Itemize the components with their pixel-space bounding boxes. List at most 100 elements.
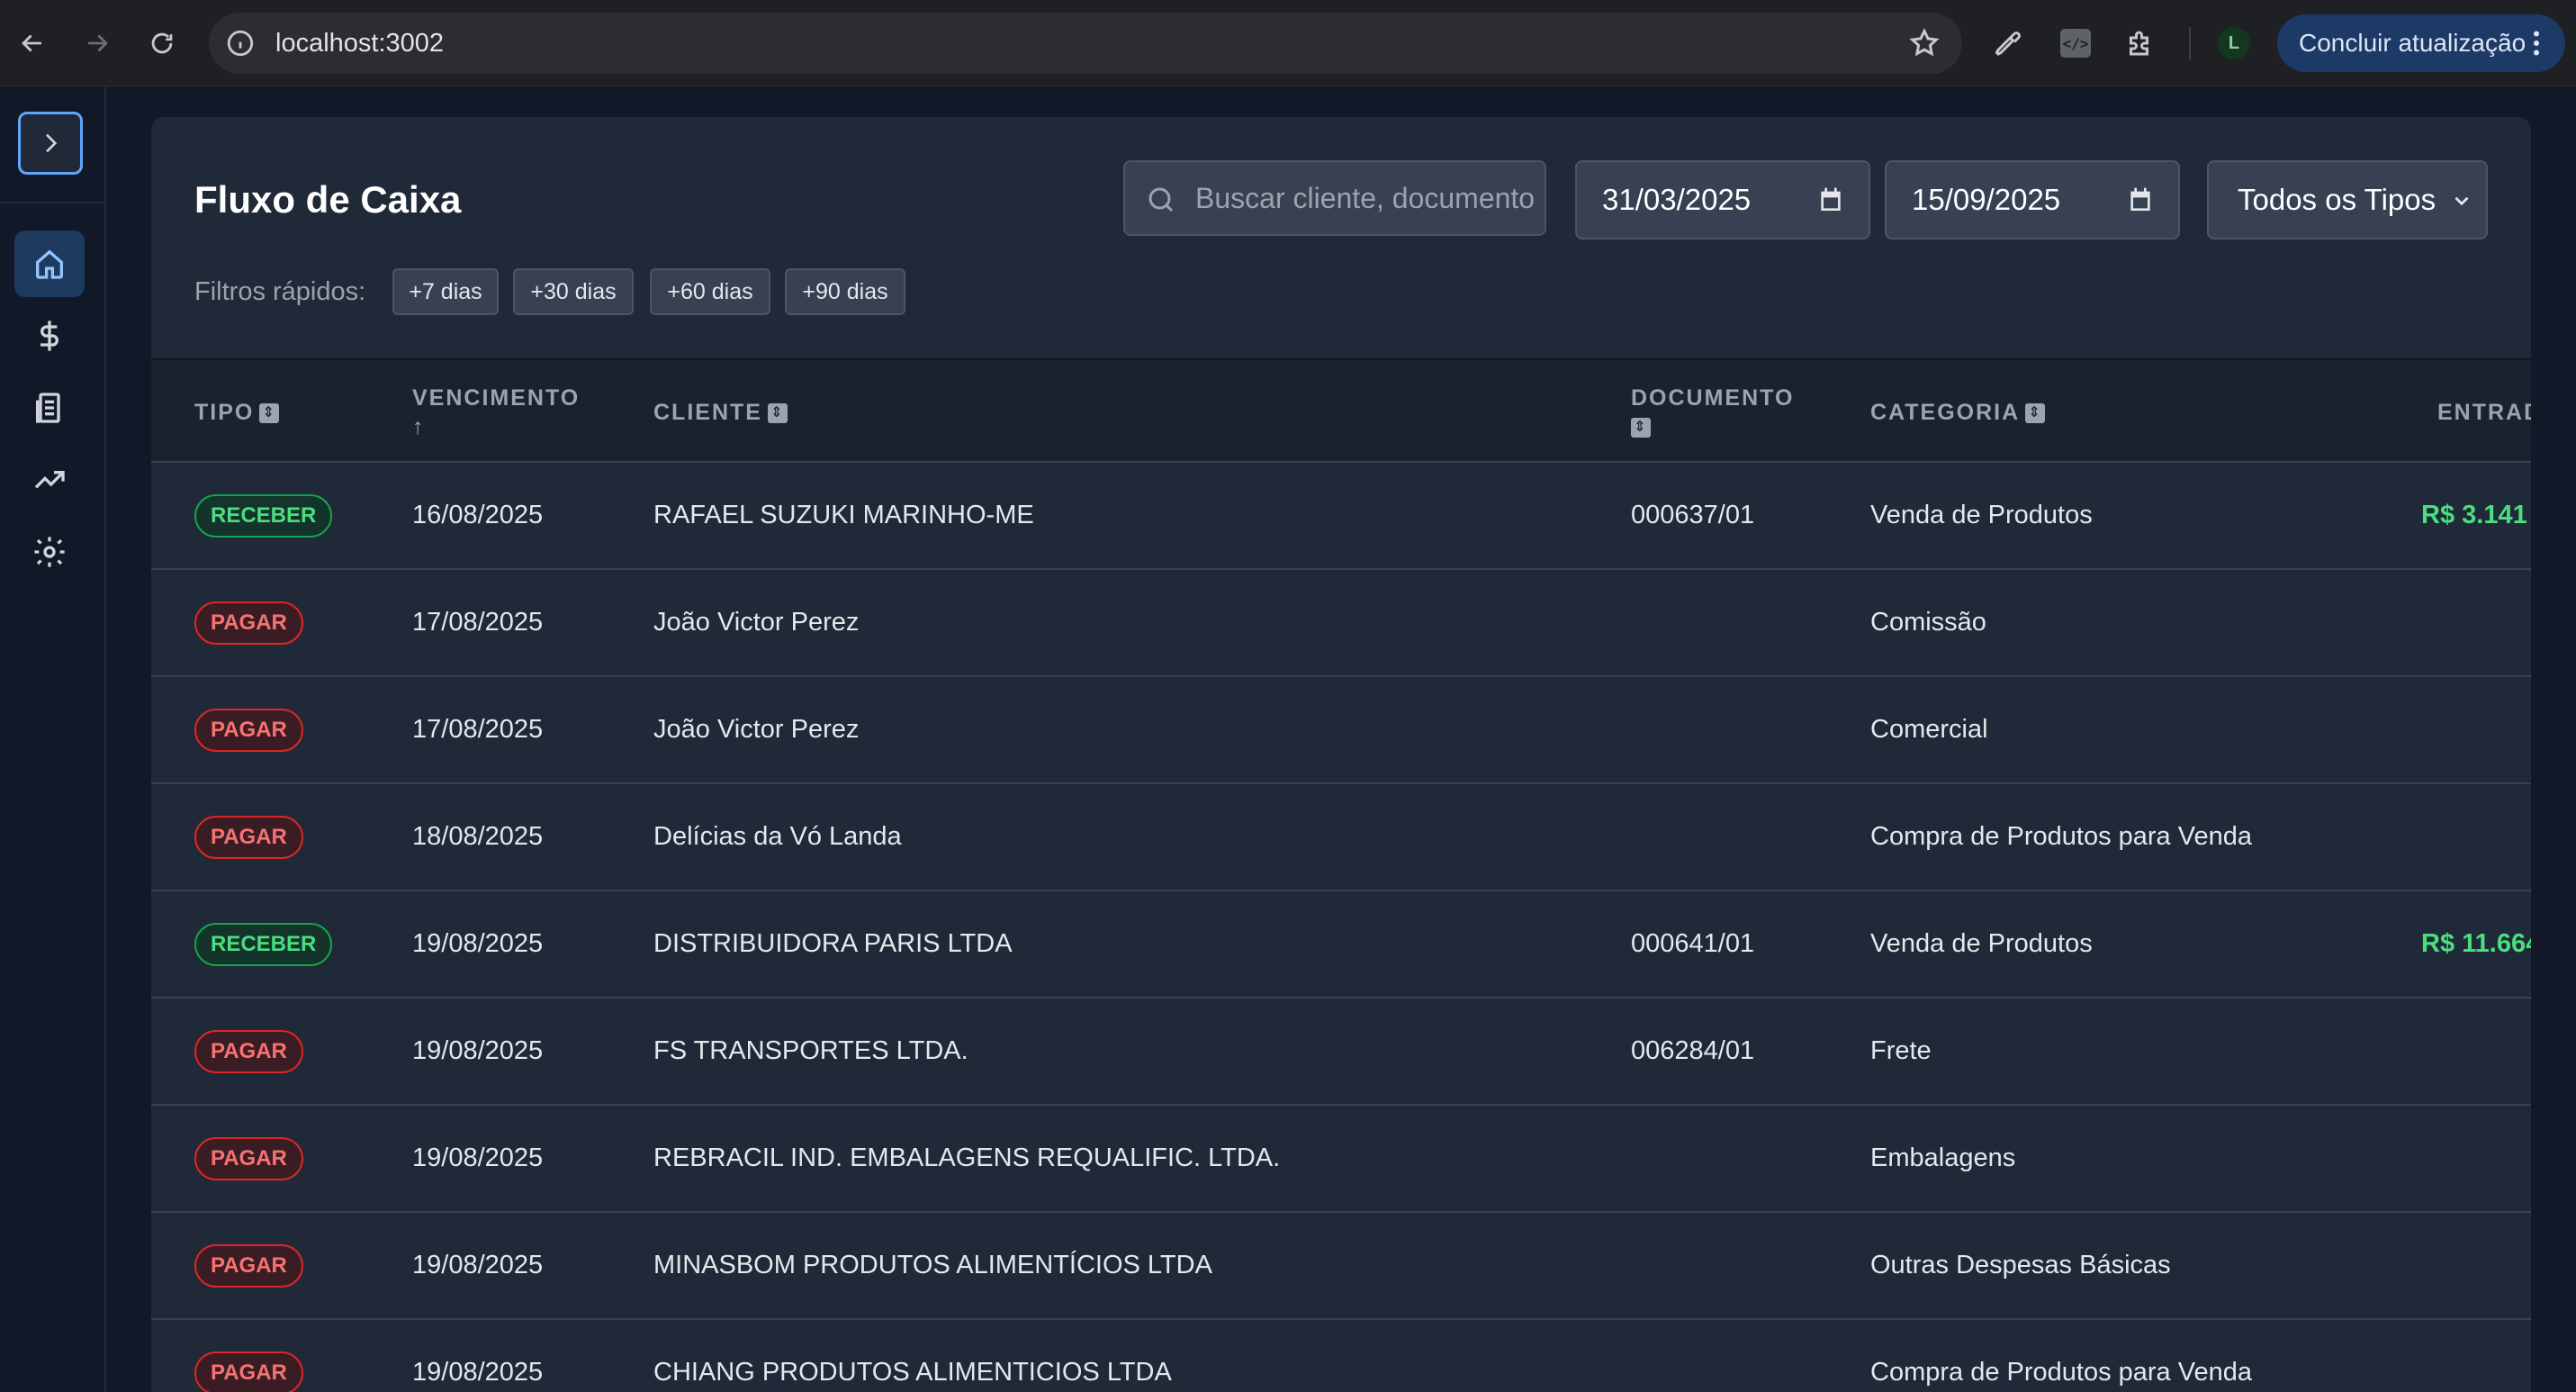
sidebar-item-finance[interactable] [14, 303, 85, 369]
quick-filters-label: Filtros rápidos: [194, 277, 366, 306]
cell-cliente: CHIANG PRODUTOS ALIMENTICIOS LTDA [653, 1320, 1172, 1392]
cell-tipo: RECEBER [194, 463, 333, 568]
reload-button[interactable] [140, 22, 184, 65]
table-row[interactable]: PAGAR 18/08/2025 Delícias da Vó Landa Compr… [151, 784, 2531, 891]
cliente-value: REBRACIL IND. EMBALAGENS REQUALIFIC. LTD… [653, 1143, 1281, 1172]
cell-cliente: REBRACIL IND. EMBALAGENS REQUALIFIC. LTD… [653, 1106, 1280, 1211]
page-title: Fluxo de Caixa [194, 178, 462, 221]
reload-icon [151, 32, 173, 54]
cell-vencimento: 19/08/2025 [412, 891, 543, 997]
type-filter-value: Todos os Tipos [2238, 183, 2436, 216]
cell-categoria: Embalagens [1870, 1106, 2015, 1211]
sidebar-item-home[interactable] [14, 230, 85, 297]
cell-entrada: R$ 3.141 [2421, 463, 2527, 568]
entrada-amount: R$ 3.141 [2421, 501, 2527, 529]
eyedropper-icon [1995, 32, 2021, 56]
sidebar-item-reports[interactable] [14, 375, 85, 441]
cell-tipo: PAGAR [194, 999, 303, 1104]
table-row[interactable]: PAGAR 19/08/2025 MINASBOM PRODUTOS ALIMENT… [151, 1213, 2531, 1320]
update-button-label: Concluir atualização [2299, 29, 2526, 57]
cell-categoria: Comercial [1870, 677, 1988, 782]
code-extension[interactable]: </> [2060, 29, 2091, 58]
cell-tipo: PAGAR [194, 1213, 303, 1318]
cell-cliente: João Victor Perez [653, 677, 859, 782]
quick-filter-60-days[interactable]: +60 dias [650, 268, 770, 315]
table-row[interactable]: PAGAR 19/08/2025 REBRACIL IND. EMBALAGENS … [151, 1106, 2531, 1213]
table-row[interactable]: RECEBER 16/08/2025 RAFAEL SUZUKI MARINHO-M… [151, 463, 2531, 570]
cell-cliente: MINASBOM PRODUTOS ALIMENTÍCIOS LTDA [653, 1213, 1212, 1318]
date-from-input[interactable]: 31/03/2025 [1575, 160, 1870, 240]
vencimento-value: 19/08/2025 [412, 1358, 544, 1387]
sidebar-item-settings[interactable] [14, 519, 85, 585]
chevron-right-icon [46, 133, 58, 153]
chevron-down-icon [2454, 196, 2469, 206]
bookmark-star-icon[interactable] [1908, 27, 1941, 59]
cliente-value: João Victor Perez [653, 715, 860, 744]
more-vertical-icon[interactable] [2520, 27, 2553, 59]
cell-entrada: R$ 11.664 [2421, 891, 2531, 997]
categoria-value: Embalagens [1870, 1143, 2016, 1172]
vencimento-value: 19/08/2025 [412, 1251, 544, 1279]
site-info-icon[interactable] [225, 28, 256, 59]
table-row[interactable]: RECEBER 19/08/2025 DISTRIBUIDORA PARIS LTD… [151, 891, 2531, 999]
categoria-value: Venda de Produtos [1870, 929, 2093, 958]
vencimento-value: 18/08/2025 [412, 822, 544, 851]
type-badge: RECEBER [194, 922, 333, 966]
quick-filter-90-days[interactable]: +90 dias [785, 268, 905, 315]
vencimento-value: 16/08/2025 [412, 501, 544, 529]
sort-ascending-icon: ↑ [412, 414, 426, 439]
search-input[interactable] [1195, 162, 1537, 234]
type-badge: PAGAR [194, 815, 303, 859]
extensions-button[interactable] [2122, 25, 2158, 61]
column-header-tipo[interactable]: TIPO ⇕ [194, 398, 280, 427]
update-button[interactable]: Concluir atualização [2277, 14, 2565, 72]
arrow-right-icon [88, 34, 108, 52]
puzzle-icon [2130, 31, 2148, 56]
search-box[interactable] [1123, 160, 1546, 236]
profile-avatar[interactable]: L [2218, 27, 2250, 59]
date-to-input[interactable]: 15/09/2025 [1885, 160, 2180, 240]
vencimento-value: 19/08/2025 [412, 1036, 544, 1065]
type-filter-select[interactable]: Todos os Tipos [2207, 160, 2488, 240]
eyedropper-extension[interactable] [1991, 25, 2027, 61]
cell-vencimento: 19/08/2025 [412, 1320, 543, 1392]
cell-categoria: Compra de Produtos para Venda [1870, 784, 2252, 890]
cliente-value: Delícias da Vó Landa [653, 822, 902, 851]
back-button[interactable] [11, 22, 54, 65]
column-header-vencimento[interactable]: VENCIMENTO ↑ [412, 384, 580, 441]
toolbar-separator [2189, 27, 2191, 59]
column-header-categoria[interactable]: CATEGORIA ⇕ [1870, 398, 2046, 427]
sidebar-toggle-button[interactable] [18, 112, 83, 175]
cell-vencimento: 19/08/2025 [412, 1106, 543, 1211]
cell-cliente: DISTRIBUIDORA PARIS LTDA [653, 891, 1013, 997]
quick-filter-7-days[interactable]: +7 dias [392, 268, 499, 315]
sidebar [0, 86, 106, 1392]
calendar-icon[interactable] [1816, 185, 1845, 214]
home-icon [36, 249, 63, 279]
type-badge: PAGAR [194, 1243, 303, 1288]
cell-categoria: Venda de Produtos [1870, 891, 2093, 997]
categoria-value: Comissão [1870, 608, 1986, 637]
column-header-cliente[interactable]: CLIENTE ⇕ [653, 398, 788, 427]
calendar-icon[interactable] [2126, 185, 2155, 214]
table-row[interactable]: PAGAR 19/08/2025 CHIANG PRODUTOS ALIMENTIC… [151, 1320, 2531, 1392]
vencimento-value: 19/08/2025 [412, 929, 544, 958]
cell-cliente: João Victor Perez [653, 570, 859, 675]
categoria-value: Outras Despesas Básicas [1870, 1251, 2171, 1279]
table-header: TIPO ⇕ VENCIMENTO ↑ CLIENTE ⇕ DOCUMENTO ⇕ … [151, 358, 2531, 463]
table-row[interactable]: PAGAR 17/08/2025 João Victor Perez Comissão [151, 570, 2531, 677]
table-row[interactable]: PAGAR 17/08/2025 João Victor Perez Comercia… [151, 677, 2531, 784]
quick-filter-30-days[interactable]: +30 dias [513, 268, 634, 315]
sidebar-divider [0, 202, 106, 203]
cell-cliente: FS TRANSPORTES LTDA. [653, 999, 968, 1104]
forward-button[interactable] [76, 22, 119, 65]
categoria-value: Frete [1870, 1036, 1932, 1065]
documento-value: 000637/01 [1631, 501, 1755, 529]
sidebar-item-trends[interactable] [14, 447, 85, 513]
address-bar[interactable]: localhost:3002 [209, 13, 1962, 74]
column-header-entrada[interactable]: ENTRADA [2437, 398, 2531, 427]
table-row[interactable]: PAGAR 19/08/2025 FS TRANSPORTES LTDA. 00628… [151, 999, 2531, 1106]
column-header-documento[interactable]: DOCUMENTO ⇕ [1631, 384, 1794, 441]
cliente-value: DISTRIBUIDORA PARIS LTDA [653, 929, 1013, 958]
sort-icon: ⇕ [1631, 418, 1651, 438]
